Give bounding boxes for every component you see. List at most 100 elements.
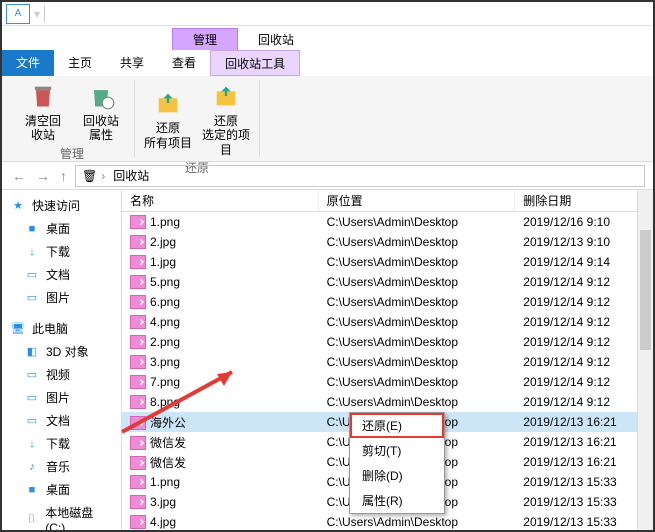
sidebar-this-pc[interactable]: 🖥此电脑 [2, 317, 121, 340]
titlebar-divider [44, 6, 45, 22]
sidebar-desktop[interactable]: ■桌面 [2, 217, 121, 240]
ctx-restore[interactable]: 还原(E) [350, 413, 444, 438]
file-name: 1.png [150, 475, 180, 489]
sidebar-pictures-2[interactable]: ▭图片 [2, 386, 121, 409]
desktop-icon: ■ [24, 482, 40, 498]
file-date: 2019/12/13 16:21 [515, 414, 653, 430]
trash-props-icon [85, 80, 117, 112]
file-date: 2019/12/14 9:12 [515, 294, 653, 310]
address-bar: ← → ↑ 🗑 › 回收站 [2, 162, 653, 190]
table-row[interactable]: 2.jpgC:\Users\Admin\Desktop2019/12/13 9:… [122, 232, 653, 252]
tab-view[interactable]: 查看 [158, 50, 210, 76]
recycle-icon: 🗑 [82, 169, 97, 183]
forward-button[interactable]: → [34, 168, 52, 184]
sidebar-3d-objects[interactable]: ◧3D 对象 [2, 340, 121, 363]
manage-header: 管理 [172, 28, 238, 50]
file-path: C:\Users\Admin\Desktop [319, 374, 516, 390]
tab-file[interactable]: 文件 [2, 50, 54, 76]
table-row[interactable]: 6.png C:\Users\Admin\Desktop2019/12/14 9:… [122, 292, 653, 312]
ctx-delete[interactable]: 删除(D) [350, 463, 444, 488]
trash-icon [27, 80, 59, 112]
table-row[interactable]: 8.pngC:\Users\Admin\Desktop2019/12/14 9:… [122, 392, 653, 412]
sidebar-documents-2[interactable]: ▭文档 [2, 409, 121, 432]
ribbon-group-restore: 还原所有项目 还原选定的项目 还原 [135, 80, 260, 157]
restore-sel-icon [210, 80, 242, 112]
download-icon: ↓ [24, 244, 40, 260]
back-button[interactable]: ← [10, 168, 28, 184]
column-headers: 名称 原位置 删除日期 [122, 190, 653, 212]
table-row[interactable]: 2.pngC:\Users\Admin\Desktop2019/12/14 9:… [122, 332, 653, 352]
file-date: 2019/12/13 15:33 [515, 474, 653, 490]
file-name: 6.png [150, 295, 180, 309]
up-button[interactable]: ↑ [58, 168, 69, 184]
ctx-properties[interactable]: 属性(R) [350, 488, 444, 513]
table-row[interactable]: 4.jpgC:\Users\Admin\Desktop2019/12/13 15… [122, 512, 653, 530]
file-path: C:\Users\Admin\Desktop [319, 254, 516, 270]
pc-icon: 🖥 [10, 321, 26, 337]
empty-recycle-button[interactable]: 清空回收站 [18, 80, 68, 143]
file-name: 微信发 [150, 456, 186, 470]
ribbon-group-manage: 清空回收站 回收站属性 管理 [10, 80, 135, 157]
sidebar-music[interactable]: ♪音乐 [2, 455, 121, 478]
file-name: 海外公 [150, 416, 186, 430]
image-file-icon [130, 355, 146, 369]
music-icon: ♪ [24, 459, 40, 475]
file-name: 微信发 [150, 436, 186, 450]
sidebar-drive-c[interactable]: ⌷本地磁盘 (C:) [2, 501, 121, 530]
table-row[interactable]: 4.pngC:\Users\Admin\Desktop2019/12/14 9:… [122, 312, 653, 332]
image-file-icon [130, 215, 146, 229]
file-path: C:\Users\Admin\Desktop [319, 394, 516, 410]
image-file-icon [130, 315, 146, 329]
restore-sel-label: 还原选定的项目 [201, 114, 251, 157]
ribbon-group-manage-label: 管理 [60, 143, 84, 164]
restore-selected-button[interactable]: 还原选定的项目 [201, 80, 251, 157]
recycle-props-button[interactable]: 回收站属性 [76, 80, 126, 143]
sidebar: ★快速访问 ■桌面 ↓下载 ▭文档 ▭图片 🖥此电脑 ◧3D 对象 ▭视频 ▭图… [2, 190, 122, 530]
image-file-icon [130, 235, 146, 249]
sidebar-quick-access[interactable]: ★快速访问 [2, 194, 121, 217]
tab-home[interactable]: 主页 [54, 50, 106, 76]
table-row[interactable]: 3.pngC:\Users\Admin\Desktop2019/12/14 9:… [122, 352, 653, 372]
ctx-cut[interactable]: 剪切(T) [350, 438, 444, 463]
image-file-icon [130, 456, 146, 470]
document-icon: ▭ [24, 413, 40, 429]
drive-icon: ⌷ [24, 512, 39, 528]
ribbon-tabs: 文件 主页 共享 查看 回收站工具 [2, 50, 653, 76]
file-name: 2.jpg [150, 235, 176, 249]
file-path: C:\Users\Admin\Desktop [319, 314, 516, 330]
breadcrumb-recycle[interactable]: 回收站 [109, 167, 153, 184]
sidebar-documents[interactable]: ▭文档 [2, 263, 121, 286]
restore-all-button[interactable]: 还原所有项目 [143, 80, 193, 157]
breadcrumb[interactable]: 🗑 › 回收站 [75, 165, 645, 187]
scrollbar-thumb[interactable] [640, 230, 651, 350]
table-row[interactable]: 1.jpgC:\Users\Admin\Desktop2019/12/14 9:… [122, 252, 653, 272]
sidebar-desktop-2[interactable]: ■桌面 [2, 478, 121, 501]
file-path: C:\Users\Admin\Desktop [319, 294, 516, 310]
vertical-scrollbar[interactable] [637, 190, 653, 530]
tab-recycle-tools[interactable]: 回收站工具 [210, 50, 300, 76]
file-path: C:\Users\Admin\Desktop [319, 234, 516, 250]
file-date: 2019/12/16 9:10 [515, 214, 653, 230]
sidebar-downloads[interactable]: ↓下载 [2, 240, 121, 263]
col-date-deleted[interactable]: 删除日期 [515, 190, 653, 211]
image-file-icon [130, 436, 146, 450]
restore-all-icon [152, 87, 184, 119]
file-path: C:\Users\Admin\Desktop [319, 514, 516, 530]
col-name[interactable]: 名称 [122, 190, 319, 211]
sidebar-videos[interactable]: ▭视频 [2, 363, 121, 386]
video-icon: ▭ [24, 367, 40, 383]
ribbon: 清空回收站 回收站属性 管理 还原所有项目 还原选定的项目 还原 [2, 76, 653, 162]
sidebar-pictures[interactable]: ▭图片 [2, 286, 121, 309]
restore-all-label: 还原所有项目 [144, 121, 192, 150]
image-file-icon [130, 275, 146, 289]
cube-icon: ◧ [24, 344, 40, 360]
table-row[interactable]: 7.pngC:\Users\Admin\Desktop2019/12/14 9:… [122, 372, 653, 392]
tab-share[interactable]: 共享 [106, 50, 158, 76]
table-row[interactable]: 1.pngC:\Users\Admin\Desktop2019/12/16 9:… [122, 212, 653, 232]
recycle-title: 回收站 [238, 29, 314, 50]
picture-icon: ▭ [24, 390, 40, 406]
table-row[interactable]: 5.pngC:\Users\Admin\Desktop2019/12/14 9:… [122, 272, 653, 292]
file-path: C:\Users\Admin\Desktop [319, 214, 516, 230]
sidebar-downloads-2[interactable]: ↓下载 [2, 432, 121, 455]
col-original-location[interactable]: 原位置 [319, 190, 516, 211]
